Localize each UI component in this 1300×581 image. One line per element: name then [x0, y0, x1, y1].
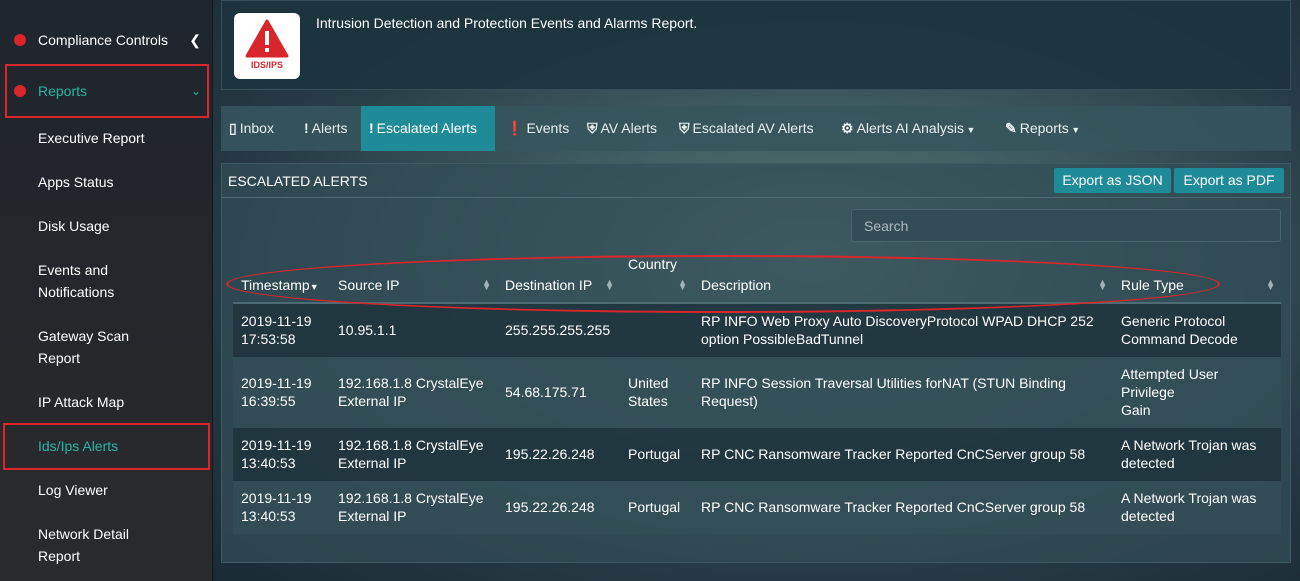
- table-row[interactable]: 2019-11-19 13:40:53 192.168.1.8 CrystalE…: [233, 481, 1281, 534]
- sidebar-item-compliance-controls[interactable]: Compliance Controls ❮: [0, 29, 213, 51]
- caret-down-icon: ▼: [1068, 125, 1081, 135]
- cell-source-ip: 192.168.1.8 CrystalEye External IP: [330, 357, 497, 428]
- cell-rule-type: Generic Protocol Command Decode: [1113, 303, 1281, 357]
- tab-inbox[interactable]: ▯ Inbox: [221, 106, 282, 151]
- cell-timestamp: 2019-11-19 17:53:58: [233, 303, 330, 357]
- export-pdf-button[interactable]: Export as PDF: [1174, 168, 1284, 193]
- sidebar-item-log-viewer[interactable]: Log Viewer: [0, 479, 213, 501]
- cell-destination-ip: 195.22.26.248: [497, 481, 620, 534]
- header-highlight-ellipse: [226, 255, 1220, 313]
- panel-header: ESCALATED ALERTS Export as JSON Export a…: [222, 164, 1290, 198]
- tab-label: Escalated AV Alerts: [692, 120, 814, 136]
- search-input[interactable]: [851, 209, 1281, 242]
- ids-ips-highlight-box: [3, 423, 210, 470]
- tab-label: Inbox: [239, 120, 274, 136]
- export-json-button[interactable]: Export as JSON: [1054, 168, 1171, 193]
- tab-reports[interactable]: ✎ Reports ▼: [997, 106, 1088, 151]
- tab-alerts[interactable]: ! Alerts: [296, 106, 355, 151]
- tab-escalated-av-alerts[interactable]: ⛨ Escalated AV Alerts: [671, 106, 822, 151]
- page-title: Intrusion Detection and Protection Event…: [316, 15, 698, 31]
- shield-icon: ⛨: [679, 120, 690, 136]
- tab-events[interactable]: ❗ Events: [498, 106, 577, 151]
- tab-label: AV Alerts: [600, 120, 658, 136]
- exclamation-circle-icon: ❗: [506, 120, 524, 136]
- reports-highlight-box: [5, 64, 209, 118]
- compliance-dot-icon: [14, 34, 26, 46]
- exclamation-icon: !: [369, 120, 374, 136]
- cell-rule-type: A Network Trojan was detected: [1113, 481, 1281, 534]
- cell-country: Portugal: [620, 481, 693, 534]
- cell-destination-ip: 195.22.26.248: [497, 428, 620, 481]
- tab-bar: ▯ Inbox ! Alerts ! Escalated Alerts ❗ Events…: [221, 106, 1291, 151]
- cell-rule-type: A Network Trojan was detected: [1113, 428, 1281, 481]
- cell-description: RP INFO Session Traversal Utilities forN…: [693, 357, 1113, 428]
- sidebar-item-disk-usage[interactable]: Disk Usage: [0, 215, 213, 237]
- sort-icon: ▲ ▼: [1266, 277, 1275, 292]
- caret-down-icon: ▼: [963, 125, 976, 135]
- panel-title: ESCALATED ALERTS: [228, 173, 368, 189]
- shield-icon: ⛨: [587, 120, 598, 136]
- logo-text: IDS/IPS: [250, 60, 283, 70]
- sidebar-item-network-detail-report[interactable]: Network Detail Report: [0, 523, 213, 567]
- exclamation-icon: !: [304, 120, 309, 136]
- cell-country: United States: [620, 357, 693, 428]
- tab-label: Alerts AI Analysis: [856, 120, 964, 136]
- escalated-alerts-panel: ESCALATED ALERTS Export as JSON Export a…: [221, 163, 1291, 563]
- sidebar-item-apps-status[interactable]: Apps Status: [0, 171, 213, 193]
- tab-label: Reports: [1019, 120, 1069, 136]
- sidebar: Compliance Controls ❮ Reports ⌄ Executiv…: [0, 0, 213, 581]
- sidebar-item-ip-attack-map[interactable]: IP Attack Map: [0, 391, 213, 413]
- cell-source-ip: 192.168.1.8 CrystalEye External IP: [330, 428, 497, 481]
- cell-source-ip: 10.95.1.1: [330, 303, 497, 357]
- pencil-icon: ✎: [1005, 120, 1017, 136]
- chevron-left-icon: ❮: [189, 32, 201, 48]
- cell-destination-ip: 54.68.175.71: [497, 357, 620, 428]
- table-row[interactable]: 2019-11-19 16:39:55 192.168.1.8 CrystalE…: [233, 357, 1281, 428]
- tab-alerts-ai-analysis[interactable]: ⚙ Alerts AI Analysis ▼: [833, 106, 983, 151]
- tab-label: Alerts: [311, 120, 348, 136]
- warning-triangle-icon: [245, 19, 289, 58]
- header-panel: IDS/IPS Intrusion Detection and Protecti…: [221, 0, 1291, 90]
- tab-label: Events: [526, 120, 570, 136]
- cell-description: RP CNC Ransomware Tracker Reported CnCSe…: [693, 481, 1113, 534]
- sidebar-item-label: Compliance Controls: [38, 32, 168, 48]
- cell-timestamp: 2019-11-19 13:40:53: [233, 428, 330, 481]
- cell-country: Portugal: [620, 428, 693, 481]
- sidebar-item-executive-report[interactable]: Executive Report: [0, 127, 213, 149]
- gear-icon: ⚙: [841, 120, 854, 136]
- ids-ips-logo: IDS/IPS: [234, 13, 300, 79]
- cell-description: RP CNC Ransomware Tracker Reported CnCSe…: [693, 428, 1113, 481]
- inbox-icon: ▯: [229, 120, 237, 136]
- table-row[interactable]: 2019-11-19 13:40:53 192.168.1.8 CrystalE…: [233, 428, 1281, 481]
- cell-timestamp: 2019-11-19 13:40:53: [233, 481, 330, 534]
- sidebar-item-gateway-scan-report[interactable]: Gateway Scan Report: [0, 325, 213, 369]
- tab-av-alerts[interactable]: ⛨ AV Alerts: [579, 106, 665, 151]
- tab-label: Escalated Alerts: [376, 120, 478, 136]
- cell-timestamp: 2019-11-19 16:39:55: [233, 357, 330, 428]
- cell-source-ip: 192.168.1.8 CrystalEye External IP: [330, 481, 497, 534]
- tab-escalated-alerts[interactable]: ! Escalated Alerts: [361, 106, 495, 151]
- cell-rule-type: Attempted User Privilege Gain: [1113, 357, 1281, 428]
- sidebar-item-events-notifications[interactable]: Events and Notifications: [0, 259, 213, 303]
